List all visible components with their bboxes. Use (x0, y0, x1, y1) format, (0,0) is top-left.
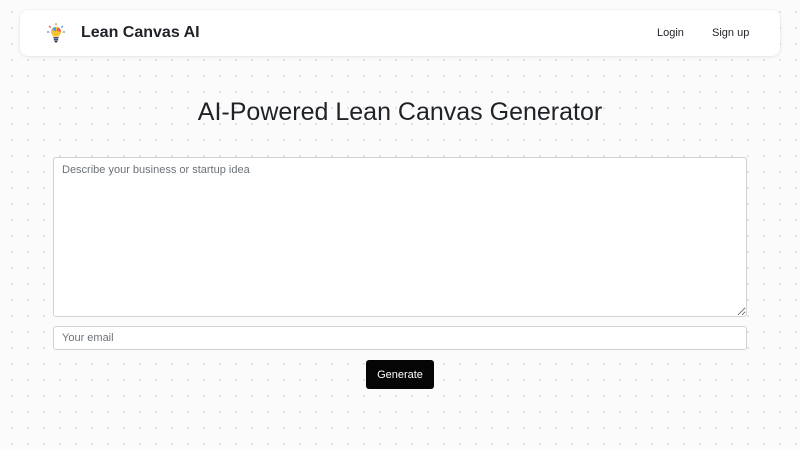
signup-link[interactable]: Sign up (712, 25, 749, 41)
top-navbar: Lean Canvas AI Login Sign up (20, 10, 780, 56)
brand-name[interactable]: Lean Canvas AI (81, 23, 200, 43)
login-link[interactable]: Login (657, 25, 684, 41)
lightbulb-icon[interactable] (46, 22, 66, 44)
generate-button[interactable]: Generate (366, 360, 434, 389)
business-idea-input[interactable] (53, 157, 747, 317)
email-field[interactable] (53, 326, 747, 350)
page-title: AI-Powered Lean Canvas Generator (197, 98, 603, 126)
